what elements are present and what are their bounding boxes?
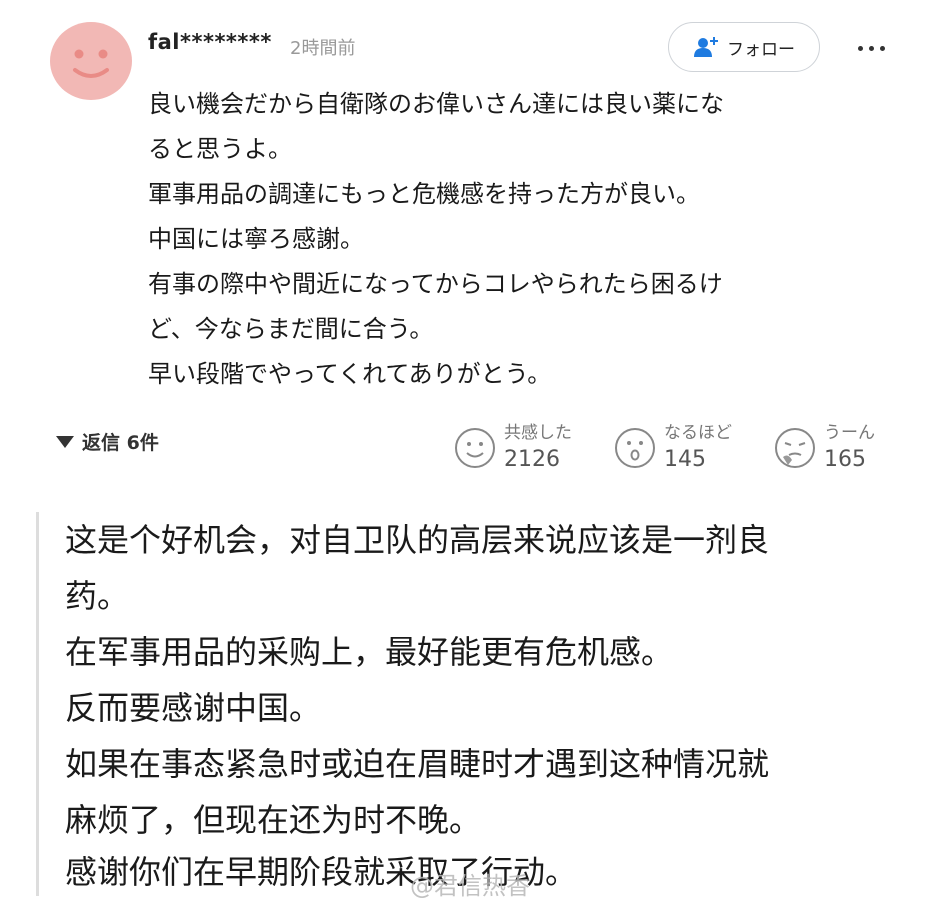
comment-line: ると思うよ。 xyxy=(148,135,292,163)
surprised-face-icon xyxy=(615,428,655,468)
reaction-label: 共感した xyxy=(504,423,572,443)
reaction-naruhodo-button[interactable]: なるほど 145 xyxy=(614,418,732,478)
replies-toggle[interactable]: 返信 6件 xyxy=(56,428,159,455)
avatar-face-icon xyxy=(73,49,109,78)
comment-line: ど、今ならまだ間に合う。 xyxy=(148,315,434,343)
comment-line: 軍事用品の調達にもっと危機感を持った方が良い。 xyxy=(148,180,700,208)
comment-line: 中国には寧ろ感謝。 xyxy=(148,225,364,253)
reaction-empathy-button[interactable]: 共感した 2126 xyxy=(454,418,572,478)
reaction-count: 2126 xyxy=(504,447,560,472)
comment-line: 良い機会だから自衛隊のお偉いさん達には良い薬にな xyxy=(148,90,724,118)
watermark: @君信热香 xyxy=(410,872,530,900)
reaction-count: 145 xyxy=(664,447,706,472)
reaction-label: うーん xyxy=(824,423,875,443)
translation-line: 这是个好机会，对自卫队的高层来说应该是一剂良 xyxy=(65,521,770,559)
translation-line: 麻烦了，但现在还为时不晚。 xyxy=(65,801,482,839)
follow-button[interactable]: フォロー xyxy=(668,22,820,72)
reaction-label: なるほど xyxy=(664,423,732,443)
translation-line: 在军事用品的采购上，最好能更有危机感。 xyxy=(65,633,674,671)
comment-line: 早い段階でやってくれてありがとう。 xyxy=(148,360,552,388)
more-options-button[interactable] xyxy=(848,30,894,66)
follow-button-label: フォロー xyxy=(727,39,795,60)
avatar[interactable] xyxy=(50,22,132,100)
translation-line: 如果在事态紧急时或迫在眉睫时才遇到这种情况就 xyxy=(65,745,770,783)
triangle-down-icon xyxy=(56,435,74,448)
more-dot-icon xyxy=(868,45,874,51)
translation-block: 这是个好机会，对自卫队的高层来说应该是一剂良 药。 在军事用品的采购上，最好能更… xyxy=(36,512,916,896)
comment-body: 良い機会だから自衛隊のお偉いさん達には良い薬にな ると思うよ。 軍事用品の調達に… xyxy=(148,82,888,397)
replies-count-label: 返信 6件 xyxy=(82,432,159,454)
reaction-count: 165 xyxy=(824,447,866,472)
translation-line: 反而要感谢中国。 xyxy=(65,689,322,727)
comment-line: 有事の際中や間近になってからコレやられたら困るけ xyxy=(148,270,723,298)
username[interactable]: fal******** xyxy=(148,30,272,54)
more-dot-icon xyxy=(857,45,863,51)
more-dot-icon xyxy=(879,45,885,51)
add-user-icon xyxy=(694,37,718,57)
timestamp: 2時間前 xyxy=(290,38,356,59)
thinking-face-icon xyxy=(775,428,815,468)
reaction-uun-button[interactable]: うーん 165 xyxy=(774,418,875,478)
smile-face-icon xyxy=(455,428,495,468)
translation-line: 药。 xyxy=(65,577,130,615)
